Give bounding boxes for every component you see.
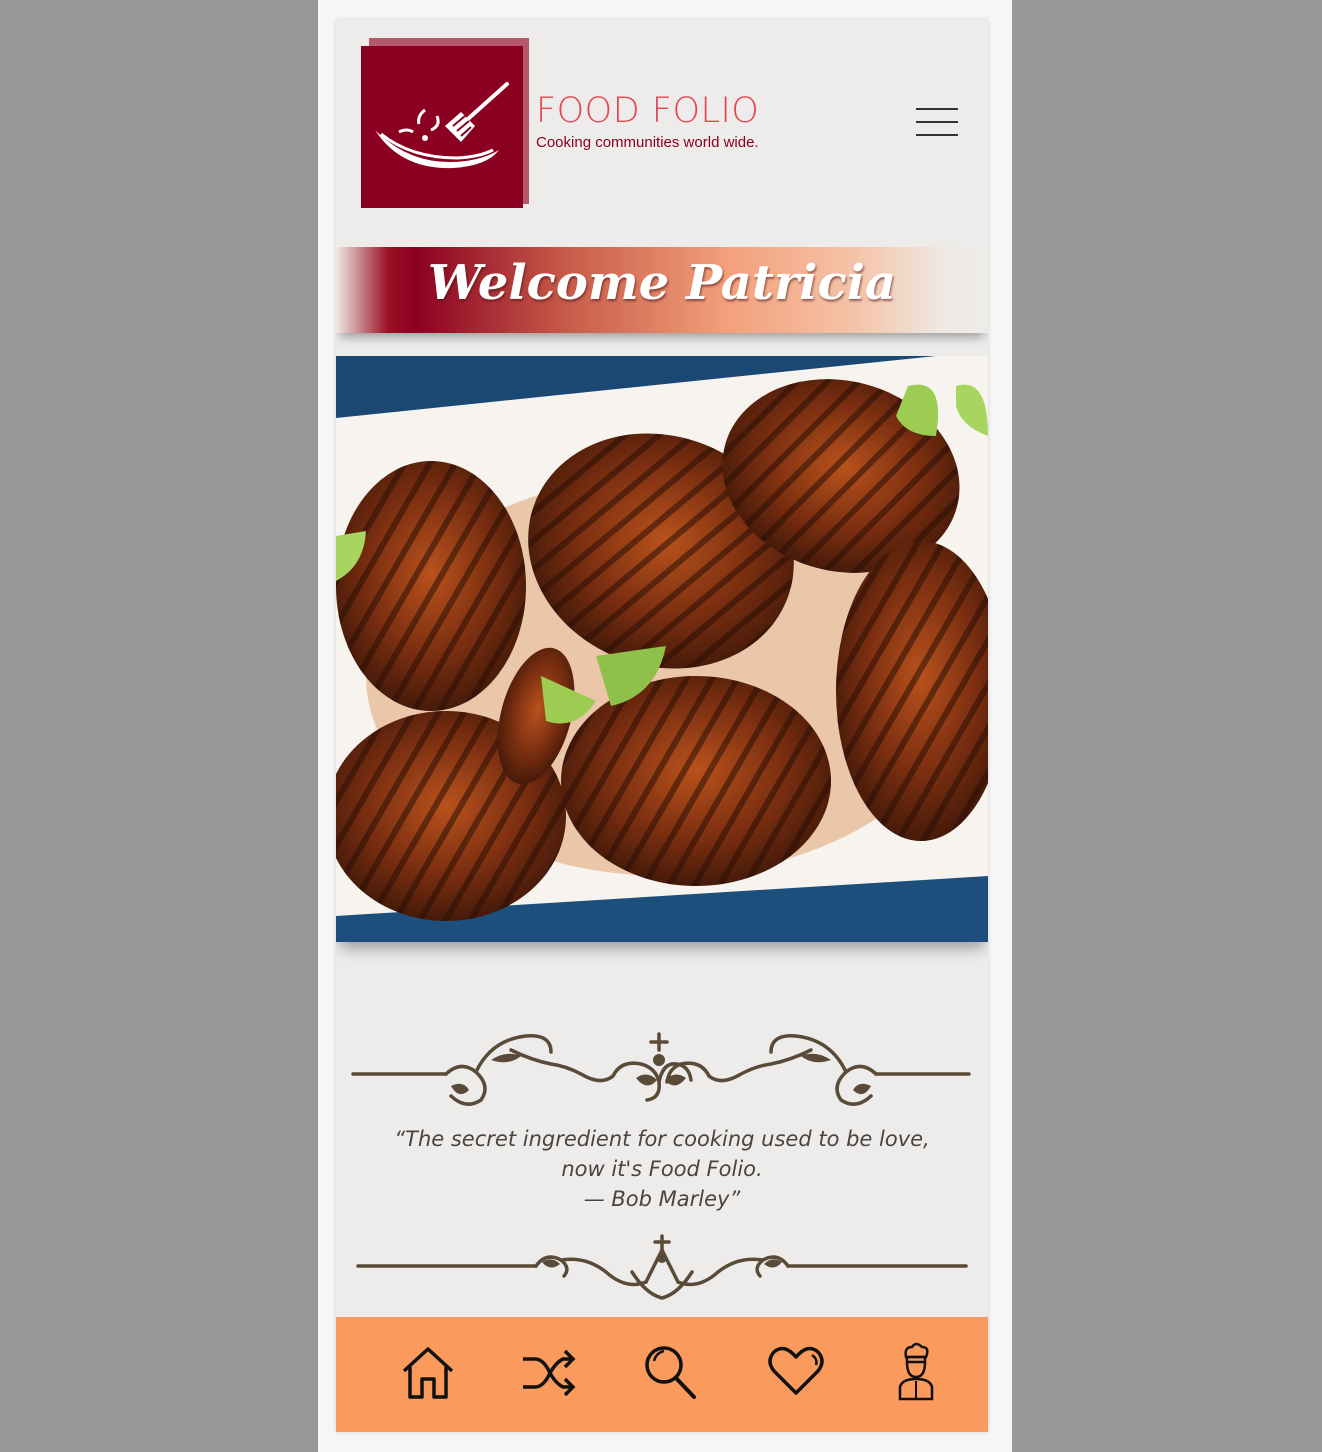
nav-home[interactable] [398,1341,458,1405]
quote-line: “The secret ingredient for cooking used … [394,1127,930,1151]
quote-author: — Bob Marley” [583,1187,741,1211]
menu-bar [916,121,958,123]
nav-search[interactable] [640,1341,700,1405]
welcome-banner: Welcome Patricia [336,247,988,333]
bottom-nav [336,1317,988,1432]
shuffle-icon [523,1349,576,1397]
chef-icon [898,1342,934,1401]
nav-favorites[interactable] [766,1341,826,1405]
ornament-divider-top-icon [351,1032,971,1106]
search-icon [645,1346,696,1399]
welcome-text: Welcome Patricia [427,255,897,311]
home-icon [402,1347,454,1399]
nav-shuffle[interactable] [519,1341,579,1405]
logo-mark [361,46,523,208]
app-screen: FOOD FOLIO Cooking communities world wid… [336,20,988,1432]
menu-bar [916,108,958,110]
hamburger-menu-icon[interactable] [914,104,960,144]
wok-spatula-icon [375,82,509,169]
nav-profile[interactable] [886,1341,946,1405]
logo[interactable] [361,38,531,208]
menu-bar [916,134,958,136]
brand-name: FOOD FOLIO [536,91,760,131]
heart-icon [768,1346,824,1395]
grilled-chicken-image [336,356,988,942]
quote-line: now it's Food Folio. [561,1157,763,1181]
brand-tagline: Cooking communities world wide. [536,134,759,151]
ornament-divider-bottom-icon [356,1234,968,1300]
hero-food-image[interactable] [336,356,988,942]
app-frame: FOOD FOLIO Cooking communities world wid… [318,0,1012,1452]
quote-block: “The secret ingredient for cooking used … [336,1124,988,1214]
